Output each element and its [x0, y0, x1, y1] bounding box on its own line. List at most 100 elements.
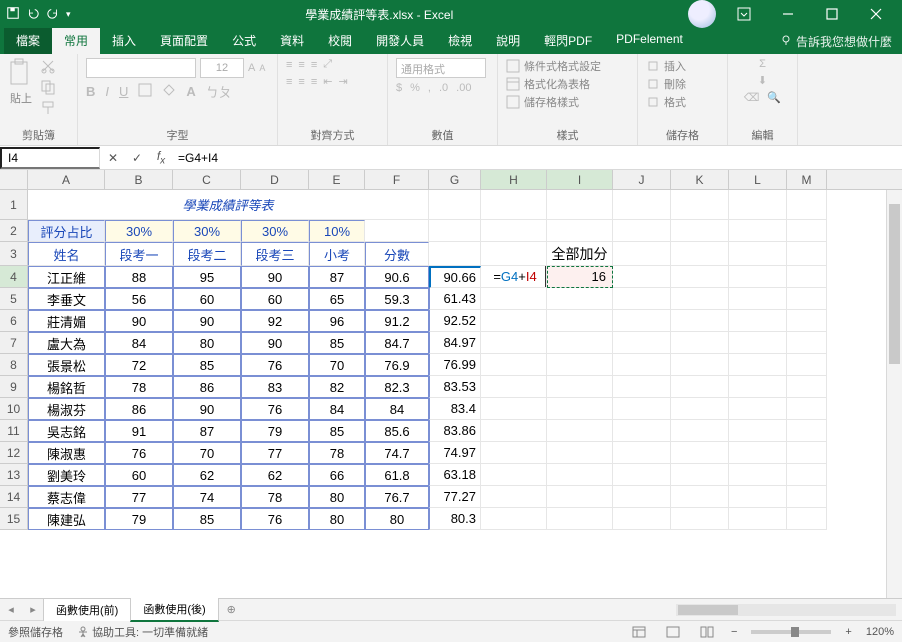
cell-J11[interactable]	[613, 420, 671, 442]
cell-A4[interactable]: 江正維	[28, 266, 105, 288]
align-mid-icon[interactable]: ≡	[298, 59, 304, 71]
cell-I13[interactable]	[547, 464, 613, 486]
cell-J4[interactable]	[613, 266, 671, 288]
cell-D11[interactable]: 79	[241, 420, 309, 442]
cell-L4[interactable]	[729, 266, 787, 288]
cell-H10[interactable]	[481, 398, 547, 420]
cell-A10[interactable]: 楊淑芬	[28, 398, 105, 420]
col-header-I[interactable]: I	[547, 170, 613, 189]
row-header-14[interactable]: 14	[0, 486, 28, 508]
cell-M8[interactable]	[787, 354, 827, 376]
cell-L13[interactable]	[729, 464, 787, 486]
cell-A13[interactable]: 劉美玲	[28, 464, 105, 486]
copy-icon[interactable]	[40, 79, 56, 98]
cell-I10[interactable]	[547, 398, 613, 420]
cell-E15[interactable]: 80	[309, 508, 365, 530]
grid-cells[interactable]: 學業成績評等表評分占比30%30%30%10%姓名段考一段考二段考三小考分數全部…	[28, 190, 827, 530]
currency-icon[interactable]: $	[396, 82, 402, 94]
cell-H3[interactable]	[481, 242, 547, 266]
row-header-15[interactable]: 15	[0, 508, 28, 530]
cell-E14[interactable]: 80	[309, 486, 365, 508]
maximize-button[interactable]	[812, 2, 852, 26]
cell-C12[interactable]: 70	[173, 442, 241, 464]
cell-K12[interactable]	[671, 442, 729, 464]
cell-J5[interactable]	[613, 288, 671, 310]
cell-G9[interactable]: 83.53	[429, 376, 481, 398]
fill-icon[interactable]: ⬇	[758, 74, 767, 87]
user-avatar[interactable]	[688, 0, 716, 28]
cell-F15[interactable]: 80	[365, 508, 429, 530]
cell-G1[interactable]	[429, 190, 481, 220]
number-format-select[interactable]: 通用格式	[396, 58, 486, 78]
cell-I4[interactable]: 16	[547, 266, 613, 288]
cell-H15[interactable]	[481, 508, 547, 530]
cell-L6[interactable]	[729, 310, 787, 332]
cell-F10[interactable]: 84	[365, 398, 429, 420]
cell-D10[interactable]: 76	[241, 398, 309, 420]
zoom-in-button[interactable]: +	[845, 626, 851, 638]
cell-G8[interactable]: 76.99	[429, 354, 481, 376]
cell-A5[interactable]: 李垂文	[28, 288, 105, 310]
phonetic-icon[interactable]: ㄅㄆ	[206, 82, 232, 101]
cell-J13[interactable]	[613, 464, 671, 486]
cell-L5[interactable]	[729, 288, 787, 310]
cell-G11[interactable]: 83.86	[429, 420, 481, 442]
cell-F3[interactable]: 分數	[365, 242, 429, 266]
cell-J10[interactable]	[613, 398, 671, 420]
grow-font-icon[interactable]: A	[248, 62, 255, 74]
cell-K15[interactable]	[671, 508, 729, 530]
fx-icon[interactable]: fx	[152, 149, 170, 167]
cell-G4[interactable]: 90.66	[429, 266, 481, 288]
cell-B11[interactable]: 91	[105, 420, 173, 442]
cell-M13[interactable]	[787, 464, 827, 486]
row-header-2[interactable]: 2	[0, 220, 28, 242]
row-header-9[interactable]: 9	[0, 376, 28, 398]
cell-B3[interactable]: 段考一	[105, 242, 173, 266]
cell-A2[interactable]: 評分占比	[28, 220, 105, 242]
ribbon-options-icon[interactable]	[724, 2, 764, 26]
cell-L11[interactable]	[729, 420, 787, 442]
cell-K13[interactable]	[671, 464, 729, 486]
tab-review[interactable]: 校閱	[316, 28, 364, 54]
format-table-button[interactable]: 格式化為表格	[506, 76, 629, 92]
cell-J6[interactable]	[613, 310, 671, 332]
format-cells-button[interactable]: 格式	[646, 94, 719, 110]
cell-E10[interactable]: 84	[309, 398, 365, 420]
cell-L7[interactable]	[729, 332, 787, 354]
row-header-5[interactable]: 5	[0, 288, 28, 310]
cell-A14[interactable]: 蔡志偉	[28, 486, 105, 508]
cell-L2[interactable]	[729, 220, 787, 242]
cell-I12[interactable]	[547, 442, 613, 464]
cell-C10[interactable]: 90	[173, 398, 241, 420]
cell-M10[interactable]	[787, 398, 827, 420]
close-button[interactable]	[856, 2, 896, 26]
cell-G6[interactable]: 92.52	[429, 310, 481, 332]
cell-H5[interactable]	[481, 288, 547, 310]
format-painter-icon[interactable]	[40, 100, 56, 119]
cell-M3[interactable]	[787, 242, 827, 266]
cell-E4[interactable]: 87	[309, 266, 365, 288]
cell-I11[interactable]	[547, 420, 613, 442]
zoom-out-button[interactable]: −	[731, 626, 737, 638]
autosum-icon[interactable]: Σ	[759, 58, 766, 70]
cell-C3[interactable]: 段考二	[173, 242, 241, 266]
tab-pdf1[interactable]: 輕閃PDF	[532, 28, 604, 54]
cell-I6[interactable]	[547, 310, 613, 332]
cell-D5[interactable]: 60	[241, 288, 309, 310]
cell-G2[interactable]	[429, 220, 481, 242]
conditional-format-button[interactable]: 條件式格式設定	[506, 58, 629, 74]
border-icon[interactable]	[138, 83, 152, 100]
cell-H11[interactable]	[481, 420, 547, 442]
cell-I1[interactable]	[547, 190, 613, 220]
cell-H14[interactable]	[481, 486, 547, 508]
delete-cells-button[interactable]: 刪除	[646, 76, 719, 92]
cell-K14[interactable]	[671, 486, 729, 508]
cell-E13[interactable]: 66	[309, 464, 365, 486]
row-header-3[interactable]: 3	[0, 242, 28, 266]
cell-F9[interactable]: 82.3	[365, 376, 429, 398]
cell-E9[interactable]: 82	[309, 376, 365, 398]
cell-B12[interactable]: 76	[105, 442, 173, 464]
cell-A12[interactable]: 陳淑惠	[28, 442, 105, 464]
cell-D15[interactable]: 76	[241, 508, 309, 530]
inc-decimal-icon[interactable]: .0	[439, 82, 448, 94]
